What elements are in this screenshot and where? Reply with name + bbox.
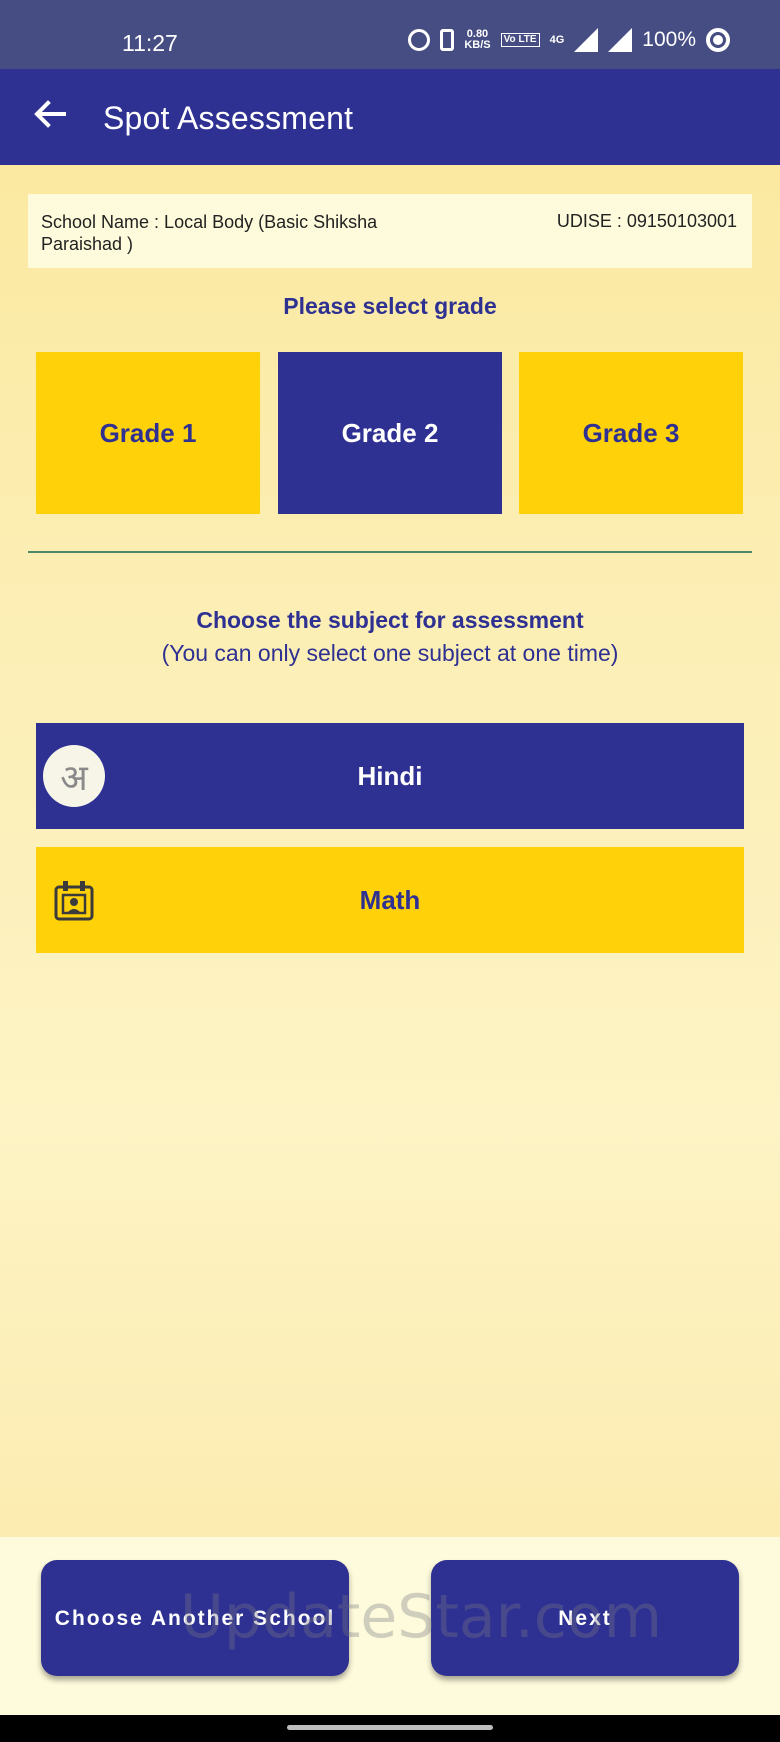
navigation-bar — [0, 1715, 780, 1742]
subject-prompt: Choose the subject for assessment (You c… — [0, 607, 780, 667]
grade-1-button[interactable]: Grade 1 — [36, 352, 260, 514]
network-type: 4G — [549, 33, 565, 46]
hindi-subject-button[interactable]: अ Hindi — [36, 723, 744, 829]
divider — [28, 551, 752, 553]
status-time: 11:27 — [122, 30, 178, 56]
subject-note: (You can only select one subject at one … — [161, 640, 619, 666]
next-button[interactable]: Next — [431, 1560, 739, 1676]
udise-code: UDISE : 09150103001 — [556, 211, 737, 231]
hindi-letter-icon: अ — [43, 745, 105, 807]
school-name: School Name : Local Body (Basic Shiksha … — [41, 212, 378, 254]
signal-icon — [574, 28, 599, 52]
status-icons: 0.80 KB/S Vo LTE 4G 100% — [408, 28, 730, 52]
battery-saver-icon — [706, 28, 730, 52]
volte-icon: Vo LTE — [500, 33, 540, 47]
page-title: Spot Assessment — [103, 100, 354, 136]
app-bar: Spot Assessment — [0, 69, 780, 165]
alarm-icon — [408, 29, 431, 51]
math-subject-button[interactable]: Math — [36, 847, 744, 953]
home-gesture-handle[interactable] — [287, 1725, 493, 1730]
hindi-label: Hindi — [357, 760, 423, 791]
arrow-left-icon[interactable] — [28, 91, 74, 137]
math-label: Math — [359, 884, 421, 915]
math-board-icon — [54, 881, 94, 921]
bottom-action-bar: Choose Another School Next UpdateStar.co… — [0, 1537, 780, 1715]
vibrate-icon — [440, 29, 455, 51]
subject-title: Choose the subject for assessment — [196, 607, 584, 633]
choose-another-school-button[interactable]: Choose Another School — [41, 1560, 349, 1676]
school-info-card: School Name : Local Body (Basic Shiksha … — [28, 194, 752, 268]
grade-3-button[interactable]: Grade 3 — [519, 352, 743, 514]
signal-icon-2 — [608, 28, 633, 52]
grade-prompt: Please select grade — [283, 293, 497, 319]
grade-2-button[interactable]: Grade 2 — [278, 352, 502, 514]
battery-level: 100% — [642, 28, 696, 51]
main-content: School Name : Local Body (Basic Shiksha … — [0, 165, 780, 1537]
status-bar: 11:27 0.80 KB/S Vo LTE 4G 100% — [0, 0, 780, 69]
net-speed: 0.80 KB/S — [464, 28, 491, 51]
